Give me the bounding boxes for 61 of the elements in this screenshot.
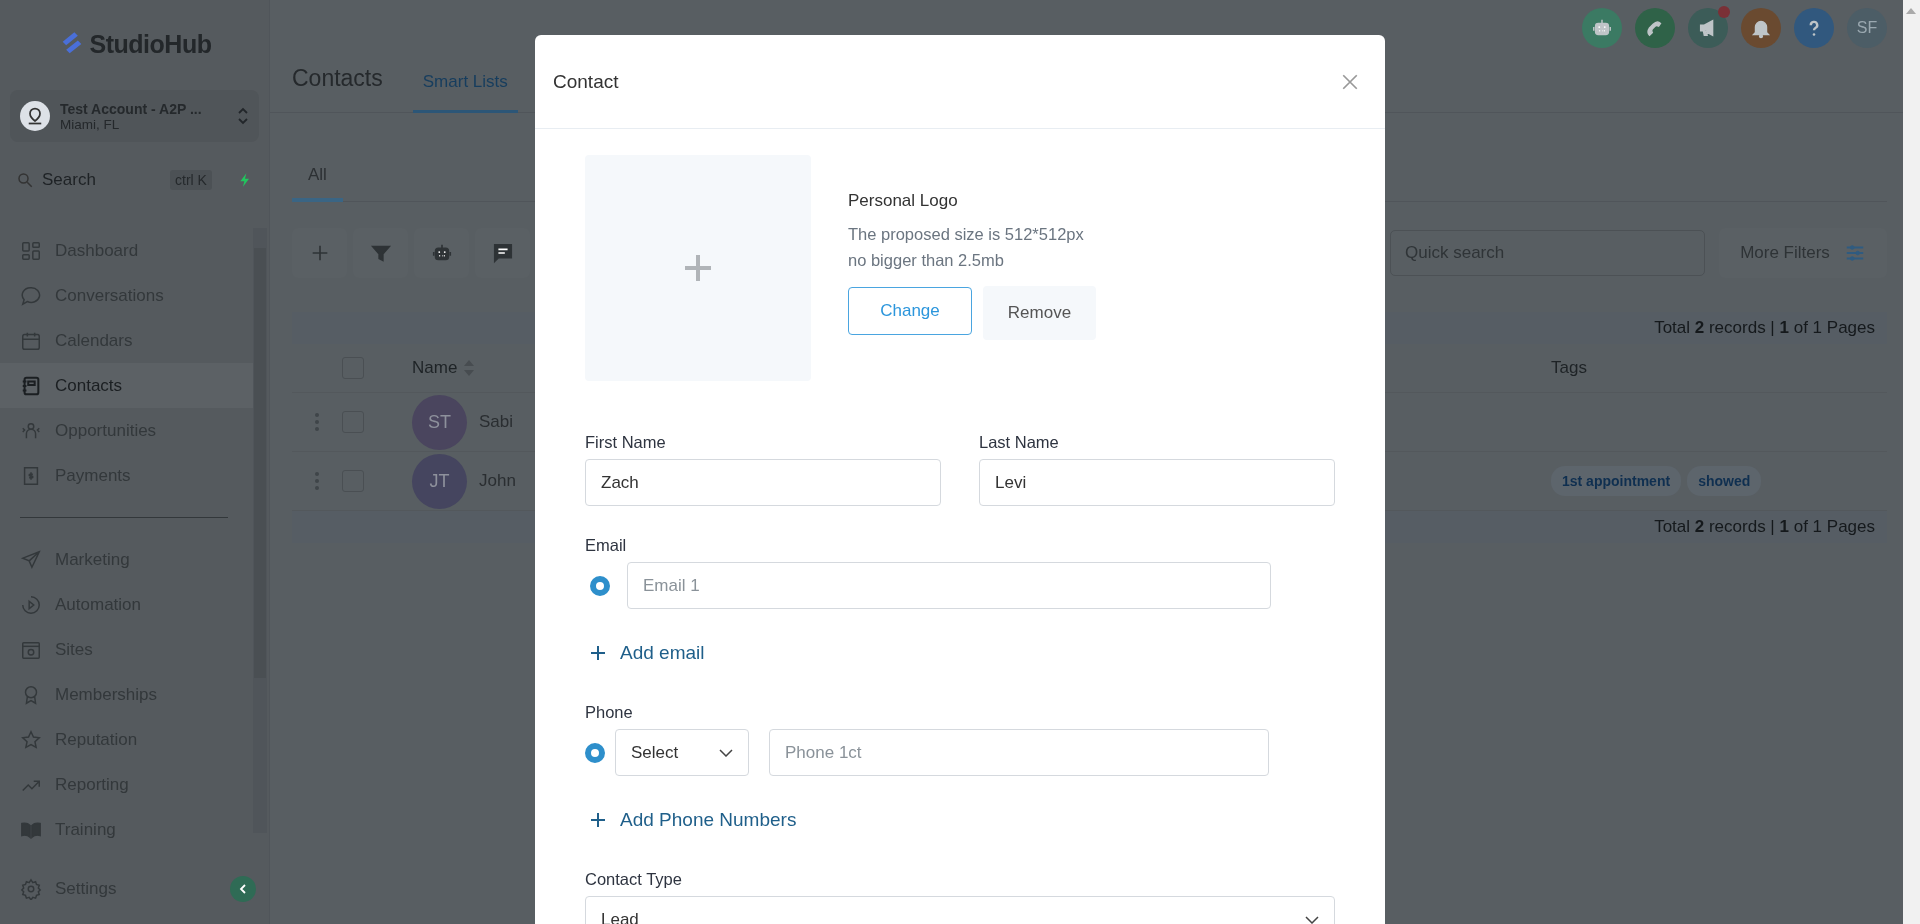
field-label: Contact Type	[585, 870, 683, 889]
column-header: Tags	[1551, 358, 1587, 378]
column-header: Name	[412, 358, 458, 378]
avatar[interactable]: SF	[1847, 8, 1887, 48]
kebab-menu-icon	[314, 471, 320, 491]
search-icon	[16, 171, 34, 189]
plus-icon	[683, 253, 713, 283]
search-field[interactable]: Search	[40, 169, 164, 191]
chevron-up-down-icon	[237, 106, 249, 126]
quick-action-button[interactable]	[1635, 8, 1675, 48]
dropdown[interactable]: Select	[615, 729, 749, 776]
input-field[interactable]: Email 1	[627, 562, 1271, 609]
radio-button[interactable]	[590, 575, 610, 596]
logo-title: Personal Logo	[848, 191, 959, 211]
quick-action-button[interactable]	[1688, 8, 1728, 48]
field-label: Phone	[585, 703, 634, 722]
star-icon	[20, 728, 42, 751]
input-field[interactable]: Zach	[585, 459, 941, 506]
dropdown[interactable]: Lead	[585, 896, 1335, 924]
speech-bubble-icon	[20, 284, 42, 307]
remove-button[interactable]: Remove	[983, 286, 1096, 340]
quick-action-button[interactable]	[1741, 8, 1781, 48]
chevron-down-icon	[1305, 915, 1319, 924]
field-label: Email	[585, 536, 628, 555]
dialog-title: Contact	[553, 70, 619, 93]
chevron-down-icon	[719, 748, 733, 757]
avatar: JT	[412, 453, 467, 509]
pagination-summary: Total 2 records | 1 of 1 Pages	[1654, 318, 1875, 338]
radio-button[interactable]	[585, 742, 605, 763]
field-label: Last Name	[979, 433, 1060, 452]
scroll-up-arrow-icon	[1906, 8, 1916, 14]
location-pin-icon	[20, 101, 50, 131]
add-link[interactable]: Add Phone Numbers	[590, 807, 797, 833]
quick-action-button[interactable]	[1794, 8, 1834, 48]
play-icon	[20, 593, 42, 616]
plus-icon	[590, 812, 606, 828]
settings-icon	[20, 878, 42, 900]
add-link[interactable]: Add email	[590, 640, 705, 666]
quick-action-button[interactable]	[1582, 8, 1622, 48]
pagination-summary: Total 2 records | 1 of 1 Pages	[1654, 517, 1875, 537]
notebook-icon	[20, 374, 42, 397]
kebab-menu-icon	[314, 412, 320, 432]
grid-icon	[20, 239, 42, 262]
collapse-button[interactable]	[230, 876, 256, 902]
input-field[interactable]: Phone 1ct	[769, 729, 1269, 776]
chevron-left-icon	[237, 883, 249, 895]
plus-icon	[590, 645, 606, 661]
nav-item[interactable]: Contacts	[0, 363, 253, 408]
field-label: First Name	[585, 433, 667, 452]
tab[interactable]: Smart Lists	[412, 53, 518, 113]
message-icon	[491, 242, 514, 264]
change-button[interactable]: Change	[848, 287, 972, 335]
tag: showed	[1687, 466, 1762, 496]
scrollbar[interactable]	[1903, 0, 1920, 924]
tag: 1st appointment	[1551, 466, 1682, 496]
avatar: ST	[412, 394, 467, 450]
paper-plane-icon	[20, 548, 42, 571]
close-icon	[1341, 72, 1359, 91]
input-field[interactable]: Levi	[979, 459, 1335, 506]
hint-text: The proposed size is 512*512px	[848, 224, 1085, 245]
hint-text: no bigger than 2.5mb	[848, 250, 1005, 271]
